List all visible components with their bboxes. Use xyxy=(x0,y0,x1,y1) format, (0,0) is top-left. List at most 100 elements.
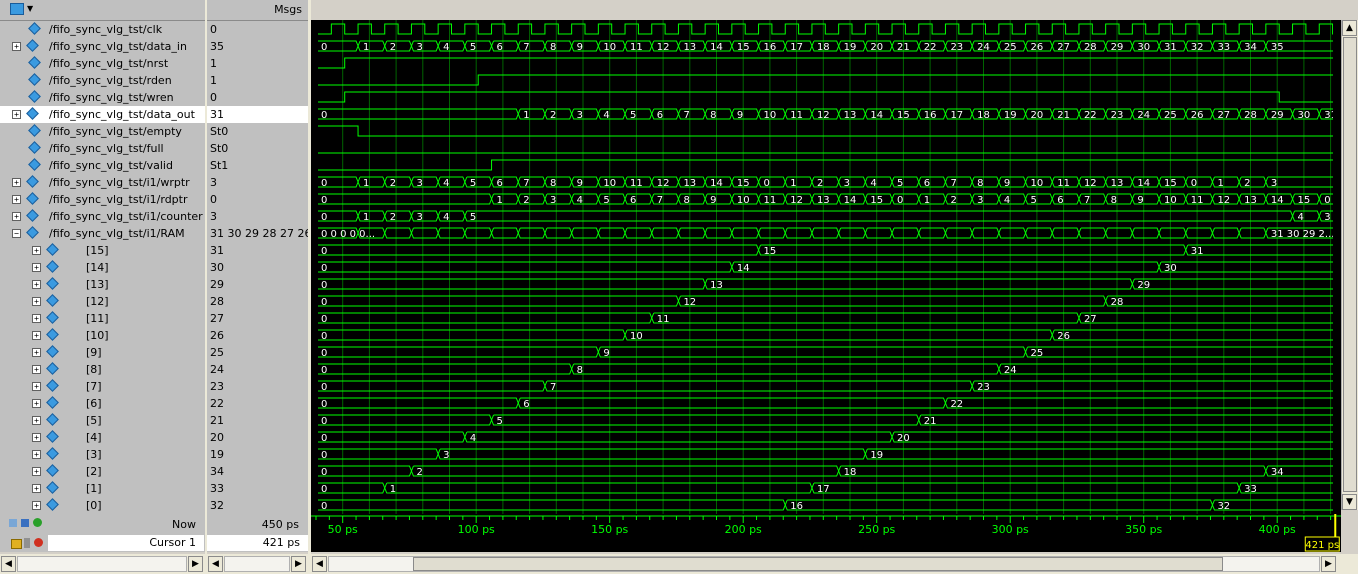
lock-icon[interactable] xyxy=(11,539,22,549)
wave-scroll-left-button[interactable]: ◀ xyxy=(312,556,327,572)
data-in-value-label: 6 xyxy=(497,42,503,53)
signal-row[interactable]: + /fifo_sync_vlg_tst/i1/wrptr xyxy=(0,174,205,191)
signal-row[interactable]: /fifo_sync_vlg_tst/nrst xyxy=(0,55,205,72)
axis-tick-label: 400 ps xyxy=(1259,523,1296,536)
cursor-value-field[interactable]: 421 ps xyxy=(207,535,308,551)
time-axis[interactable]: 50 ps 100 ps 150 ps 200 ps 250 ps 300 ps 350 p… xyxy=(311,514,1345,552)
signal-row[interactable]: + [9] xyxy=(0,344,205,361)
signal-value: 27 xyxy=(210,312,224,325)
signal-row[interactable]: /fifo_sync_vlg_tst/rden xyxy=(0,72,205,89)
expand-icon[interactable]: + xyxy=(32,399,41,408)
expand-icon[interactable]: + xyxy=(32,348,41,357)
signal-row[interactable]: + [7] xyxy=(0,378,205,395)
time-axis-canvas[interactable]: 50 ps 100 ps 150 ps 200 ps 250 ps 300 ps 350 p… xyxy=(311,514,1345,552)
expand-icon[interactable]: + xyxy=(32,433,41,442)
waveform-pane[interactable]: 0 1 2 3 4 5 6 7 8 9 10 11 12 13 14 15 16 17 18 19 20 21 22 23 24… xyxy=(311,20,1333,514)
signal-row[interactable]: + [4] xyxy=(0,429,205,446)
signal-row[interactable]: + /fifo_sync_vlg_tst/i1/counter xyxy=(0,208,205,225)
signal-value: St0 xyxy=(210,142,229,155)
wave-scroll-thumb[interactable] xyxy=(413,557,1223,571)
signal-row[interactable]: + [6] xyxy=(0,395,205,412)
collapse-icon[interactable]: − xyxy=(12,229,21,238)
data-in-value-label: 5 xyxy=(470,42,476,53)
expand-icon[interactable]: + xyxy=(32,382,41,391)
signal-name: [14] xyxy=(86,261,109,274)
signal-row[interactable]: + [0] xyxy=(0,497,205,514)
ram-word-segment xyxy=(318,397,519,409)
ram-segment xyxy=(704,227,733,239)
signal-name: [7] xyxy=(86,380,102,393)
expand-icon[interactable]: + xyxy=(32,246,41,255)
signal-row[interactable]: + [11] xyxy=(0,310,205,327)
expand-icon[interactable]: + xyxy=(32,297,41,306)
wave-scroll-right-button[interactable]: ▶ xyxy=(1321,556,1336,572)
expand-icon[interactable]: + xyxy=(32,280,41,289)
ram-word-value-label: 12 xyxy=(683,297,696,308)
signal-row[interactable]: /fifo_sync_vlg_tst/full xyxy=(0,140,205,157)
signal-icon xyxy=(46,464,59,477)
expand-icon[interactable]: + xyxy=(32,501,41,510)
signal-row[interactable]: + [8] xyxy=(0,361,205,378)
expand-icon[interactable]: + xyxy=(32,331,41,340)
signal-row[interactable]: + [10] xyxy=(0,327,205,344)
values-scroll-track[interactable] xyxy=(224,556,290,572)
remove-cursor-icon[interactable] xyxy=(34,538,43,547)
signal-row[interactable]: + [5] xyxy=(0,412,205,429)
wrptr-value-label: 1 xyxy=(1217,178,1223,189)
data-in-value-label: 31 xyxy=(1164,42,1177,53)
signal-row[interactable]: + [14] xyxy=(0,259,205,276)
scroll-up-button[interactable]: ▲ xyxy=(1342,20,1357,36)
expand-icon[interactable]: + xyxy=(32,416,41,425)
signal-name: /fifo_sync_vlg_tst/empty xyxy=(49,125,182,138)
add-cursor-icon[interactable] xyxy=(9,519,17,527)
signal-row[interactable]: + /fifo_sync_vlg_tst/i1/rdptr xyxy=(0,191,205,208)
expand-icon[interactable]: + xyxy=(32,263,41,272)
vertical-scrollbar[interactable]: ▲ ▼ xyxy=(1341,20,1358,510)
expand-icon[interactable]: + xyxy=(32,467,41,476)
values-scroll-left-button[interactable]: ◀ xyxy=(208,556,223,572)
expand-icon[interactable]: + xyxy=(32,484,41,493)
signal-value: 1 xyxy=(210,74,217,87)
signal-row[interactable]: + [15] xyxy=(0,242,205,259)
signal-row[interactable]: + /fifo_sync_vlg_tst/data_in xyxy=(0,38,205,55)
expand-icon[interactable]: + xyxy=(12,195,21,204)
values-scroll-right-button[interactable]: ▶ xyxy=(291,556,306,572)
edit-cursor-icon[interactable] xyxy=(21,519,29,527)
names-scroll-track[interactable] xyxy=(17,556,187,572)
signal-row[interactable]: /fifo_sync_vlg_tst/clk xyxy=(0,21,205,38)
expand-icon[interactable]: + xyxy=(32,314,41,323)
axis-tick-label: 150 ps xyxy=(591,523,628,536)
names-scroll-left-button[interactable]: ◀ xyxy=(1,556,16,572)
scroll-down-button[interactable]: ▼ xyxy=(1342,494,1357,510)
cursor-name-field[interactable]: Cursor 1 xyxy=(48,535,204,551)
signal-row[interactable]: + [13] xyxy=(0,276,205,293)
expand-icon[interactable]: + xyxy=(12,178,21,187)
expand-icon[interactable]: + xyxy=(12,110,21,119)
wave-window-icon[interactable] xyxy=(10,3,24,15)
chevron-down-icon[interactable]: ▼ xyxy=(27,4,33,13)
signal-row[interactable]: /fifo_sync_vlg_tst/empty xyxy=(0,123,205,140)
expand-icon[interactable]: + xyxy=(32,450,41,459)
expand-icon[interactable]: + xyxy=(12,42,21,51)
waveform-canvas[interactable]: 0 1 2 3 4 5 6 7 8 9 10 11 12 13 14 15 16 17 18 19 20 21 22 23 24… xyxy=(311,20,1333,514)
signal-row[interactable]: /fifo_sync_vlg_tst/wren xyxy=(0,89,205,106)
signal-row[interactable]: + [3] xyxy=(0,446,205,463)
signal-row[interactable]: + [12] xyxy=(0,293,205,310)
vertical-scroll-thumb[interactable] xyxy=(1343,37,1357,492)
signal-row[interactable]: − /fifo_sync_vlg_tst/i1/RAM xyxy=(0,225,205,242)
wrench-icon[interactable] xyxy=(24,538,30,548)
data-out-value-label: 6 xyxy=(657,110,663,121)
names-scroll-right-button[interactable]: ▶ xyxy=(188,556,203,572)
wrptr-value-label: 11 xyxy=(1057,178,1070,189)
wave-scroll-track[interactable] xyxy=(328,556,1320,572)
signal-row[interactable]: + /fifo_sync_vlg_tst/data_out xyxy=(0,106,205,123)
signal-row[interactable]: /fifo_sync_vlg_tst/valid xyxy=(0,157,205,174)
wrptr-segment xyxy=(464,176,493,188)
ram-word-segment xyxy=(1158,261,1333,273)
signal-row[interactable]: + [2] xyxy=(0,463,205,480)
ram-word-segment xyxy=(464,431,893,443)
expand-icon[interactable]: + xyxy=(32,365,41,374)
add-icon[interactable] xyxy=(33,518,42,527)
signal-row[interactable]: + [1] xyxy=(0,480,205,497)
expand-icon[interactable]: + xyxy=(12,212,21,221)
